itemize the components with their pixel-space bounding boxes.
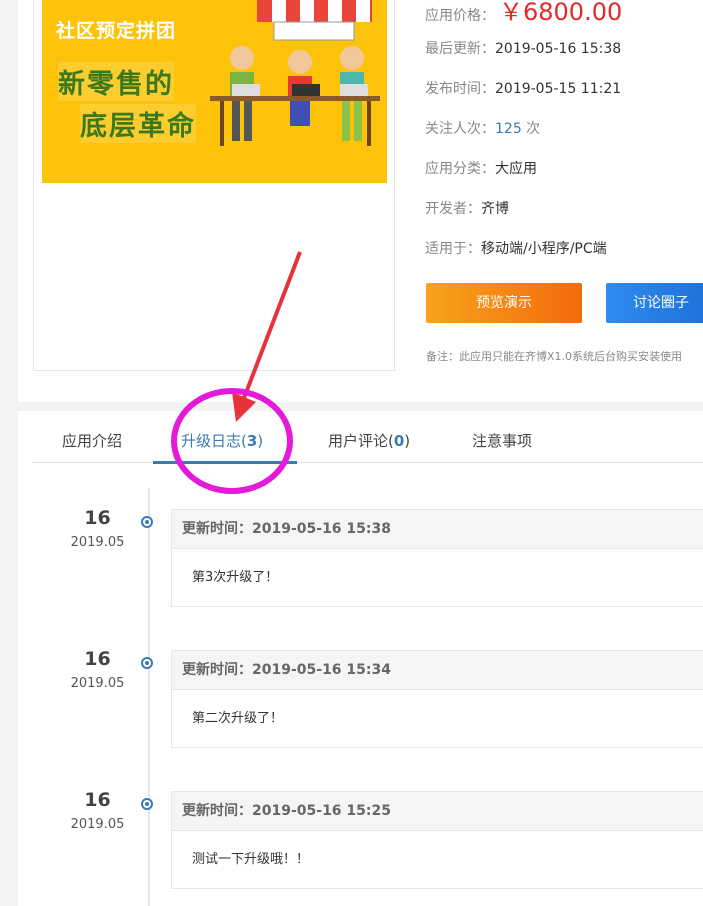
purchase-note: 备注：此应用只能在齐博X1.0系统后台购买安装使用 — [426, 350, 683, 363]
banner-illustration — [210, 0, 380, 146]
entry-day: 16 — [84, 648, 111, 670]
entry-day: 16 — [84, 789, 111, 811]
entry-day: 16 — [84, 507, 111, 529]
entry-year-month: 2019.05 — [70, 535, 125, 550]
category-label: 应用分类： — [425, 161, 495, 177]
tab-upgrade-log[interactable]: 升级日志(3) — [181, 430, 263, 451]
entry-header: 更新时间：2019-05-16 15:38 — [172, 510, 703, 549]
preview-demo-button[interactable]: 预览演示 — [426, 283, 582, 323]
developer-label: 开发者： — [425, 201, 481, 217]
timeline-entry: 更新时间：2019-05-16 15:34 第二次升级了！ — [171, 650, 703, 748]
tab-upgrade-log-count: 3 — [246, 432, 258, 450]
entry-year-month: 2019.05 — [70, 817, 125, 832]
entry-content: 第3次升级了！ — [192, 570, 279, 585]
published-value: 2019-05-15 11:21 — [495, 81, 622, 97]
price-row: 应用价格： ￥6800.00 — [425, 0, 622, 27]
category-row: 应用分类：大应用 — [425, 158, 537, 178]
discussion-circle-button[interactable]: 讨论圈子 — [606, 283, 703, 323]
developer-row: 开发者：齐博 — [425, 198, 509, 218]
timeline-dot-icon — [141, 657, 153, 669]
timeline-axis — [148, 488, 150, 906]
tab-app-intro[interactable]: 应用介绍 — [62, 430, 122, 451]
tab-user-comments-label: 用户评论( — [328, 432, 394, 450]
desk — [210, 96, 380, 101]
updated-row: 最后更新：2019-05-16 15:38 — [425, 38, 621, 58]
app-banner-image: 社区预定拼团 新零售的 底层革命 — [42, 0, 387, 183]
entry-header: 更新时间：2019-05-16 15:25 — [172, 792, 703, 831]
updated-value: 2019-05-16 15:38 — [495, 41, 622, 57]
platform-value: 移动端/小程序/PC端 — [481, 241, 607, 257]
price-value: ￥6800.00 — [499, 0, 623, 26]
followers-row: 关注人次：125 次 — [425, 118, 540, 138]
category-value: 大应用 — [495, 161, 537, 177]
person-right — [340, 46, 368, 141]
followers-unit: 次 — [521, 121, 541, 137]
store-awning — [257, 0, 372, 41]
platform-row: 适用于：移动端/小程序/PC端 — [425, 238, 607, 258]
entry-content: 第二次升级了！ — [192, 711, 284, 726]
person-middle — [288, 50, 320, 126]
tab-upgrade-log-label: 升级日志( — [181, 432, 247, 450]
tabs-divider — [32, 462, 703, 463]
timeline-entry: 更新时间：2019-05-16 15:25 测试一下升级哦！！ — [171, 791, 703, 889]
updated-label: 最后更新： — [425, 41, 495, 57]
person-left — [230, 46, 260, 141]
tab-user-comments-close: ) — [404, 432, 411, 450]
price-label: 应用价格： — [425, 8, 495, 24]
platform-label: 适用于： — [425, 241, 481, 257]
followers-count: 125 — [495, 121, 522, 137]
followers-label: 关注人次： — [425, 121, 495, 137]
published-label: 发布时间： — [425, 81, 495, 97]
entry-content: 测试一下升级哦！！ — [192, 852, 310, 867]
timeline-dot-icon — [141, 516, 153, 528]
published-row: 发布时间：2019-05-15 11:21 — [425, 78, 621, 98]
timeline-dot-icon — [141, 798, 153, 810]
tab-upgrade-log-close: ) — [257, 432, 264, 450]
active-tab-indicator — [153, 461, 297, 464]
tab-user-comments[interactable]: 用户评论(0) — [328, 430, 410, 451]
tab-user-comments-count: 0 — [393, 432, 405, 450]
entry-year-month: 2019.05 — [70, 676, 125, 691]
entry-header: 更新时间：2019-05-16 15:34 — [172, 651, 703, 690]
tab-notes[interactable]: 注意事项 — [472, 430, 532, 451]
timeline-entry: 更新时间：2019-05-16 15:38 第3次升级了！ — [171, 509, 703, 607]
developer-value: 齐博 — [481, 201, 509, 217]
